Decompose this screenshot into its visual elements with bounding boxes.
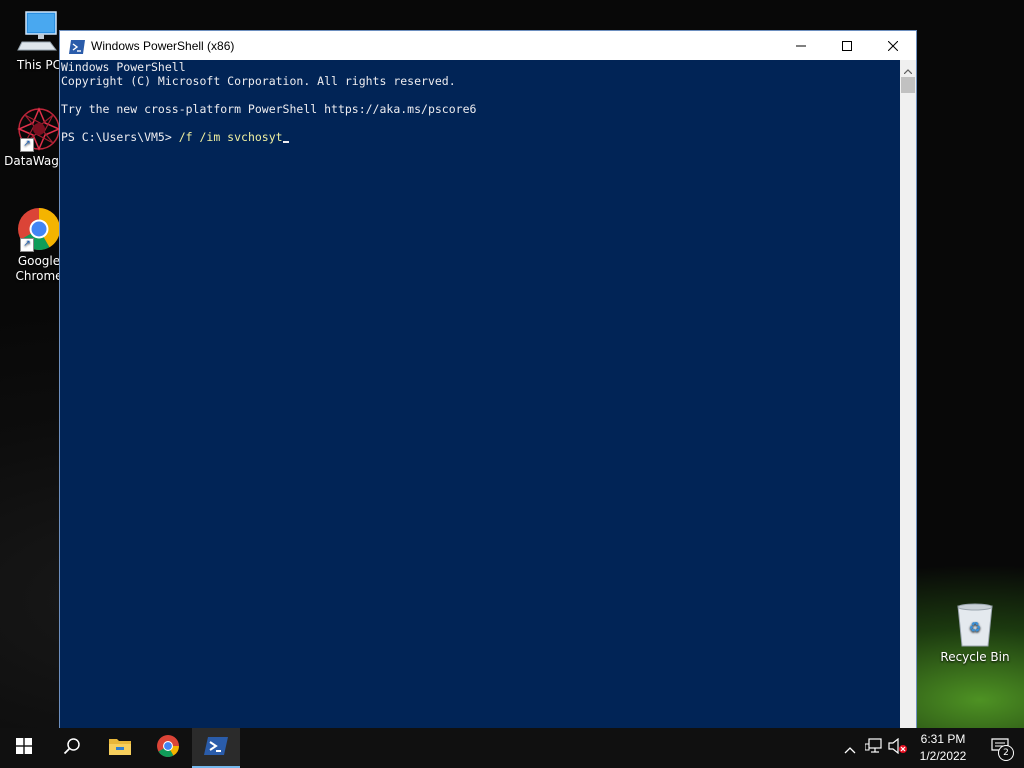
window-title: Windows PowerShell (x86) [91, 38, 235, 53]
console-line: Copyright (C) Microsoft Corporation. All… [61, 74, 456, 88]
taskbar: 6:31 PM 1/2/2022 2 [0, 728, 1024, 768]
close-button[interactable] [870, 31, 916, 60]
system-tray: 6:31 PM 1/2/2022 2 [838, 728, 1024, 768]
computer-icon [16, 10, 62, 56]
shortcut-arrow-icon: ↗ [20, 238, 34, 252]
taskbar-powershell[interactable] [192, 728, 240, 768]
powershell-icon [204, 736, 228, 760]
maximize-button[interactable] [824, 31, 870, 60]
console-line: Try the new cross-platform PowerShell ht… [61, 102, 477, 116]
windows-start-icon [16, 738, 32, 758]
powershell-icon [69, 39, 85, 54]
scroll-up-button[interactable] [900, 60, 916, 77]
search-icon [63, 737, 81, 759]
svg-text:♻: ♻ [969, 620, 982, 636]
window-titlebar[interactable]: Windows PowerShell (x86) [60, 31, 916, 60]
clock-time: 6:31 PM [920, 732, 966, 746]
console-command: /f /im svchosyt [178, 130, 283, 144]
shortcut-arrow-icon: ↗ [20, 138, 34, 152]
volume-muted-icon [888, 737, 908, 758]
action-center-button[interactable]: 2 [976, 728, 1024, 768]
network-icon [864, 738, 883, 758]
maximize-icon [842, 36, 852, 55]
taskbar-clock[interactable]: 6:31 PM 1/2/2022 [910, 731, 976, 765]
taskbar-chrome[interactable] [144, 728, 192, 768]
vertical-scrollbar[interactable] [900, 60, 916, 728]
datawagon-icon: ↗ [16, 106, 62, 152]
console-output[interactable]: Windows PowerShell Copyright (C) Microso… [60, 60, 901, 728]
minimize-icon [796, 36, 806, 55]
text-cursor [282, 141, 289, 143]
powershell-window[interactable]: Windows PowerShell (x86) Windows PowerSh… [59, 30, 917, 728]
taskbar-file-explorer[interactable] [96, 728, 144, 768]
chevron-up-icon [903, 59, 913, 78]
notification-count-badge: 2 [998, 745, 1014, 761]
start-button[interactable] [0, 728, 48, 768]
show-hidden-icons-button[interactable] [838, 728, 862, 768]
folder-icon [108, 736, 132, 760]
network-button[interactable] [862, 728, 886, 768]
clock-date: 1/2/2022 [919, 749, 967, 763]
close-icon [887, 36, 899, 55]
recycle-bin-icon: ♻ [952, 602, 998, 648]
search-button[interactable] [48, 728, 96, 768]
desktop-icon-label: Recycle Bin [940, 650, 1010, 664]
console-line: Windows PowerShell [61, 60, 186, 74]
console-input-line[interactable]: PS C:\Users\VM5> /f /im svchosyt [60, 130, 901, 144]
minimize-button[interactable] [778, 31, 824, 60]
volume-button[interactable] [886, 728, 910, 768]
chrome-icon: ↗ [16, 206, 62, 252]
chrome-icon [156, 734, 180, 762]
desktop-icon-recycle-bin[interactable]: ♻ Recycle Bin [936, 602, 1014, 665]
console-prompt: PS C:\Users\VM5> [61, 130, 179, 144]
chevron-up-icon [844, 739, 856, 758]
scrollbar-thumb[interactable] [901, 77, 915, 93]
